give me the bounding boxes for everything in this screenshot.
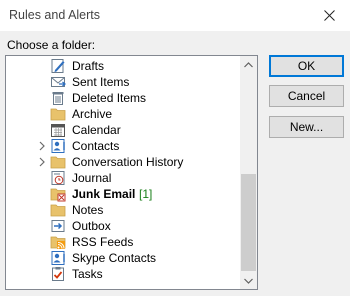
expand-arrow-icon[interactable] [37, 156, 47, 168]
folder-label: Junk Email [72, 187, 136, 201]
chevron-up-icon [244, 61, 253, 67]
folder-label: Notes [72, 203, 104, 217]
archive-folder-icon [50, 106, 66, 122]
tasks-icon [50, 266, 66, 282]
folder-label: Archive [72, 107, 113, 121]
folder-item-skype-contacts[interactable]: Skype Contacts [6, 250, 238, 266]
folder-item-conversation-history[interactable]: Conversation History [6, 154, 238, 170]
vertical-scrollbar[interactable] [240, 56, 257, 289]
folder-item-journal[interactable]: Journal [6, 170, 238, 186]
folder-item-notes[interactable]: Notes [6, 202, 238, 218]
folder-item-deleted-items[interactable]: Deleted Items [6, 90, 238, 106]
folder-tree[interactable]: Drafts Sent Items Deleted Items Archive Cale… [5, 55, 258, 290]
folder-label: Journal [72, 171, 112, 185]
folder-label: RSS Feeds [72, 235, 134, 249]
folder-icon [50, 154, 66, 170]
sent-items-icon [50, 74, 66, 90]
folder-item-drafts[interactable]: Drafts [6, 58, 238, 74]
rules-and-alerts-dialog: Rules and Alerts Choose a folder: Drafts… [0, 0, 350, 296]
scroll-down-button[interactable] [240, 272, 257, 289]
scroll-up-button[interactable] [240, 56, 257, 73]
folder-label: Deleted Items [72, 91, 147, 105]
cancel-button[interactable]: Cancel [269, 85, 344, 107]
calendar-icon [50, 122, 66, 138]
folder-label: Tasks [72, 267, 103, 281]
folder-item-junk-email[interactable]: Junk Email [1] [6, 186, 238, 202]
folder-label: Drafts [72, 59, 105, 73]
scroll-thumb[interactable] [241, 174, 256, 271]
expand-arrow-icon[interactable] [37, 140, 47, 152]
folder-label: Sent Items [72, 75, 130, 89]
folder-label: Skype Contacts [72, 251, 157, 265]
folder-item-contacts[interactable]: Contacts [6, 138, 238, 154]
new-button[interactable]: New... [269, 116, 344, 138]
chevron-down-icon [244, 278, 253, 284]
unread-count-badge: [1] [139, 187, 153, 201]
folder-label: Calendar [72, 123, 121, 137]
folder-item-calendar[interactable]: Calendar [6, 122, 238, 138]
folder-item-archive[interactable]: Archive [6, 106, 238, 122]
title-bar: Rules and Alerts [0, 0, 350, 31]
journal-icon [50, 170, 66, 186]
outbox-icon [50, 218, 66, 234]
folder-label: Conversation History [72, 155, 184, 169]
folder-label: Outbox [72, 219, 111, 233]
folder-item-sent-items[interactable]: Sent Items [6, 74, 238, 90]
close-button[interactable] [308, 0, 350, 30]
notes-icon [50, 202, 66, 218]
drafts-icon [50, 58, 66, 74]
contacts-icon [50, 138, 66, 154]
junk-email-icon [50, 186, 66, 202]
folder-label: Contacts [72, 139, 120, 153]
skype-contacts-icon [50, 250, 66, 266]
window-title: Rules and Alerts [9, 8, 101, 22]
folder-item-tasks[interactable]: Tasks [6, 266, 238, 282]
folder-item-outbox[interactable]: Outbox [6, 218, 238, 234]
rss-feeds-icon [50, 234, 66, 250]
deleted-items-icon [50, 90, 66, 106]
choose-folder-label: Choose a folder: [7, 38, 96, 52]
close-icon [323, 9, 335, 21]
ok-button[interactable]: OK [269, 55, 344, 77]
folder-item-rss-feeds[interactable]: RSS Feeds [6, 234, 238, 250]
